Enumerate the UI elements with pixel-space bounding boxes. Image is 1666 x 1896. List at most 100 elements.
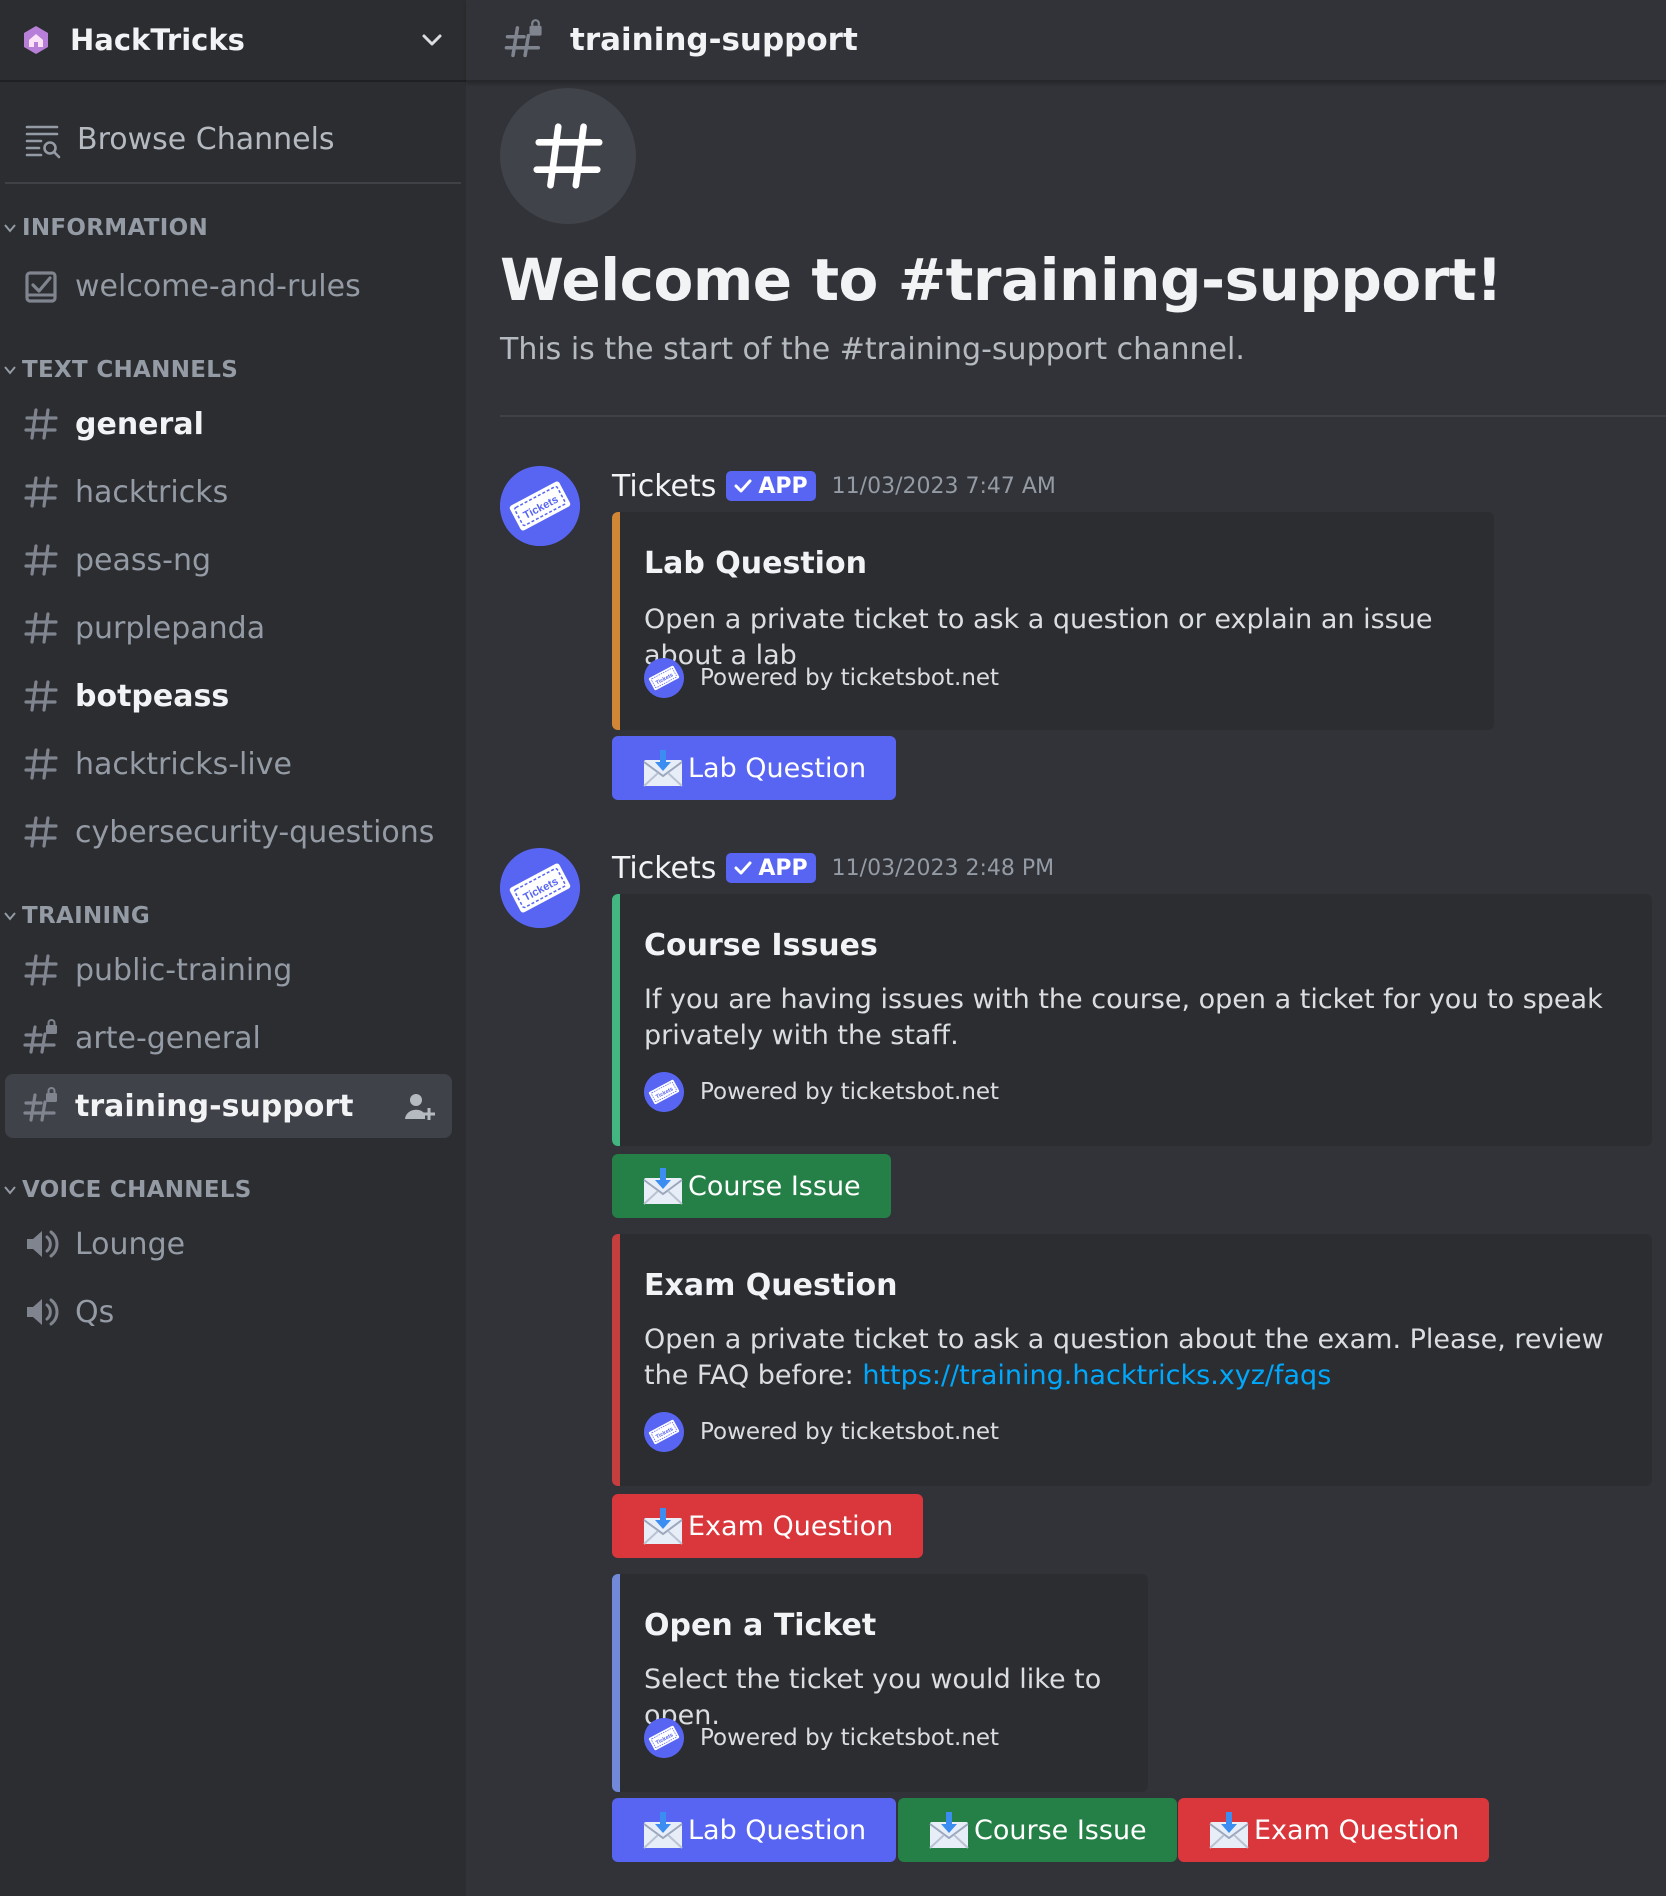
- caret-down-icon: [4, 366, 16, 375]
- locked-hash-icon: [21, 1018, 61, 1058]
- course-issue-button[interactable]: Course Issue: [898, 1798, 1177, 1862]
- channel-cybersecurity-questions[interactable]: cybersecurity-questions: [5, 800, 452, 864]
- server-header[interactable]: HackTricks: [0, 0, 466, 82]
- add-member-icon[interactable]: [402, 1089, 436, 1123]
- embed-description: If you are having issues with the course…: [644, 984, 1603, 1051]
- channel-label: public-training: [75, 952, 293, 988]
- channel-label: general: [75, 406, 204, 442]
- app-badge-label: APP: [758, 855, 808, 881]
- hash-icon: [21, 950, 61, 990]
- channel-label: welcome-and-rules: [75, 268, 361, 304]
- exam-question-button[interactable]: Exam Question: [1178, 1798, 1490, 1862]
- embed-title: Lab Question: [644, 546, 867, 581]
- embed-description: Open a private ticket to ask a question …: [644, 1322, 1604, 1394]
- voice-channel-qs[interactable]: Qs: [5, 1280, 452, 1344]
- envelope-arrow-icon: [928, 1810, 970, 1850]
- faq-link[interactable]: https://training.hacktricks.xyz/faqs: [862, 1360, 1331, 1391]
- browse-channels-label: Browse Channels: [77, 121, 335, 157]
- embed: Course Issues If you are having issues w…: [612, 894, 1652, 1146]
- message: Tickets APP 11/03/2023 7:47 AM Lab Quest…: [500, 466, 1666, 806]
- channel-title: training-support: [570, 22, 858, 58]
- divider: [500, 415, 1666, 417]
- channel-sidebar: HackTricks Browse Channels INFORMATION w…: [0, 0, 466, 1896]
- channel-peass-ng[interactable]: peass-ng: [5, 528, 452, 592]
- category-training[interactable]: TRAINING: [0, 894, 466, 938]
- channel-general[interactable]: general: [5, 392, 452, 456]
- embed-title: Course Issues: [644, 928, 878, 963]
- embed-footer: Powered by ticketsbot.net: [644, 1412, 999, 1452]
- message-author[interactable]: Tickets: [612, 851, 716, 886]
- tickets-footer-icon: [644, 1412, 684, 1452]
- hash-icon: [21, 404, 61, 444]
- channel-label: Lounge: [75, 1226, 186, 1262]
- button-label: Exam Question: [1254, 1814, 1460, 1846]
- embed-title: Exam Question: [644, 1268, 898, 1303]
- caret-down-icon: [4, 1186, 16, 1195]
- server-logo-icon: [24, 26, 48, 54]
- category-information[interactable]: INFORMATION: [0, 206, 466, 250]
- channel-label: botpeass: [75, 678, 230, 714]
- caret-down-icon: [4, 224, 16, 233]
- channel-label: cybersecurity-questions: [75, 814, 435, 850]
- tickets-bot-avatar[interactable]: [500, 466, 580, 546]
- hash-icon: [21, 608, 61, 648]
- channel-botpeass[interactable]: botpeass: [5, 664, 452, 728]
- button-label: Lab Question: [688, 1814, 867, 1846]
- channel-label: peass-ng: [75, 542, 212, 578]
- category-voice-channels[interactable]: VOICE CHANNELS: [0, 1168, 466, 1212]
- course-issue-button[interactable]: Course Issue: [612, 1154, 891, 1218]
- embed-footer-text: Powered by ticketsbot.net: [700, 665, 1000, 691]
- locked-hash-icon: [21, 1086, 61, 1126]
- tickets-footer-icon: [644, 1072, 684, 1112]
- channel-label: arte-general: [75, 1020, 261, 1056]
- embed-footer: Powered by ticketsbot.net: [644, 658, 999, 698]
- browse-channels-button[interactable]: Browse Channels: [5, 96, 461, 184]
- speaker-icon: [21, 1292, 61, 1332]
- speaker-icon: [21, 1224, 61, 1264]
- app-badge: APP: [726, 853, 816, 883]
- chevron-down-icon[interactable]: [418, 26, 446, 54]
- hash-icon: [21, 812, 61, 852]
- message-author[interactable]: Tickets: [612, 469, 716, 504]
- message-header: Tickets APP 11/03/2023 2:48 PM: [612, 848, 1054, 888]
- envelope-arrow-icon: [1208, 1810, 1250, 1850]
- channel-arte-general[interactable]: arte-general: [5, 1006, 452, 1070]
- verified-check-icon: [734, 861, 752, 875]
- app-badge: APP: [726, 471, 816, 501]
- channel-training-support[interactable]: training-support: [5, 1074, 452, 1138]
- button-label: Exam Question: [688, 1510, 894, 1542]
- channel-avatar: [500, 88, 636, 224]
- exam-question-button[interactable]: Exam Question: [612, 1494, 924, 1558]
- channel-welcome-and-rules[interactable]: welcome-and-rules: [5, 254, 452, 318]
- caret-down-icon: [4, 912, 16, 921]
- button-label: Course Issue: [974, 1814, 1147, 1846]
- embed-footer: Powered by ticketsbot.net: [644, 1718, 999, 1758]
- channel-header: training-support: [466, 0, 1666, 82]
- lab-question-button[interactable]: Lab Question: [612, 736, 897, 800]
- channel-welcome: Welcome to #training-support! This is th…: [466, 88, 1666, 367]
- channel-public-training[interactable]: public-training: [5, 938, 452, 1002]
- lab-question-button[interactable]: Lab Question: [612, 1798, 897, 1862]
- chat-area: training-support Welcome to #training-su…: [466, 0, 1666, 1896]
- app-badge-label: APP: [758, 473, 808, 499]
- category-text-channels[interactable]: TEXT CHANNELS: [0, 348, 466, 392]
- message-timestamp: 11/03/2023 7:47 AM: [831, 473, 1056, 499]
- category-label: VOICE CHANNELS: [22, 1177, 252, 1203]
- button-label: Lab Question: [688, 752, 867, 784]
- hash-icon: [21, 472, 61, 512]
- channel-hacktricks[interactable]: hacktricks: [5, 460, 452, 524]
- embed-footer-text: Powered by ticketsbot.net: [700, 1419, 1000, 1445]
- category-label: INFORMATION: [22, 215, 209, 241]
- embed-title: Open a Ticket: [644, 1608, 877, 1643]
- channel-hacktricks-live[interactable]: hacktricks-live: [5, 732, 452, 796]
- voice-channel-lounge[interactable]: Lounge: [5, 1212, 452, 1276]
- channel-label: purplepanda: [75, 610, 266, 646]
- channel-purplepanda[interactable]: purplepanda: [5, 596, 452, 660]
- hash-icon: [21, 744, 61, 784]
- hash-icon: [21, 676, 61, 716]
- tickets-bot-avatar[interactable]: [500, 848, 580, 928]
- embed: Exam Question Open a private ticket to a…: [612, 1234, 1652, 1486]
- button-label: Course Issue: [688, 1170, 861, 1202]
- tickets-footer-icon: [644, 1718, 684, 1758]
- hash-icon: [21, 540, 61, 580]
